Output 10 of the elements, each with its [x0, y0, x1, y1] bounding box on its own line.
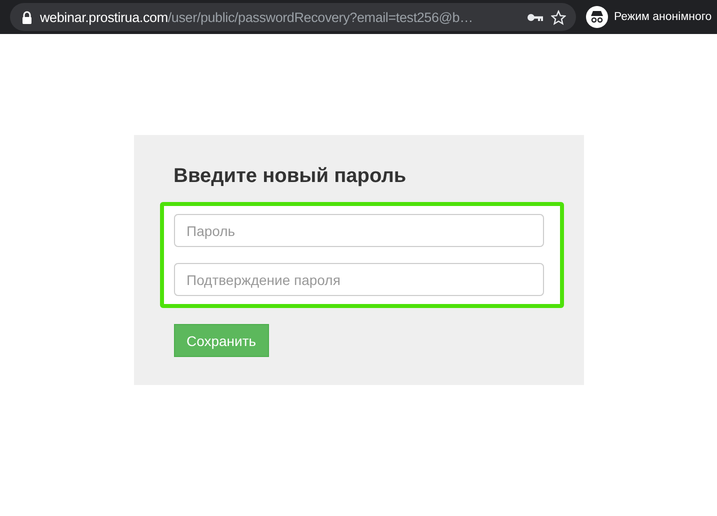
incognito-icon[interactable]: [586, 6, 608, 28]
key-icon[interactable]: [527, 12, 543, 22]
password-field[interactable]: Пароль: [174, 214, 544, 247]
lock-icon: [22, 10, 32, 24]
password-field[interactable]: Подтверждение пароля: [174, 263, 544, 296]
url-text: webinar.prostirua.com/user/public/passwordRecovery?email=test256@b…: [40, 10, 474, 24]
incognito-label: Режим анонімного: [614, 11, 712, 23]
address-bar[interactable]: webinar.prostirua.com/user/public/passwordRecovery?email=test256@b…: [10, 3, 576, 31]
star-icon[interactable]: [551, 10, 566, 24]
form-title: Введите новый пароль: [174, 164, 408, 189]
